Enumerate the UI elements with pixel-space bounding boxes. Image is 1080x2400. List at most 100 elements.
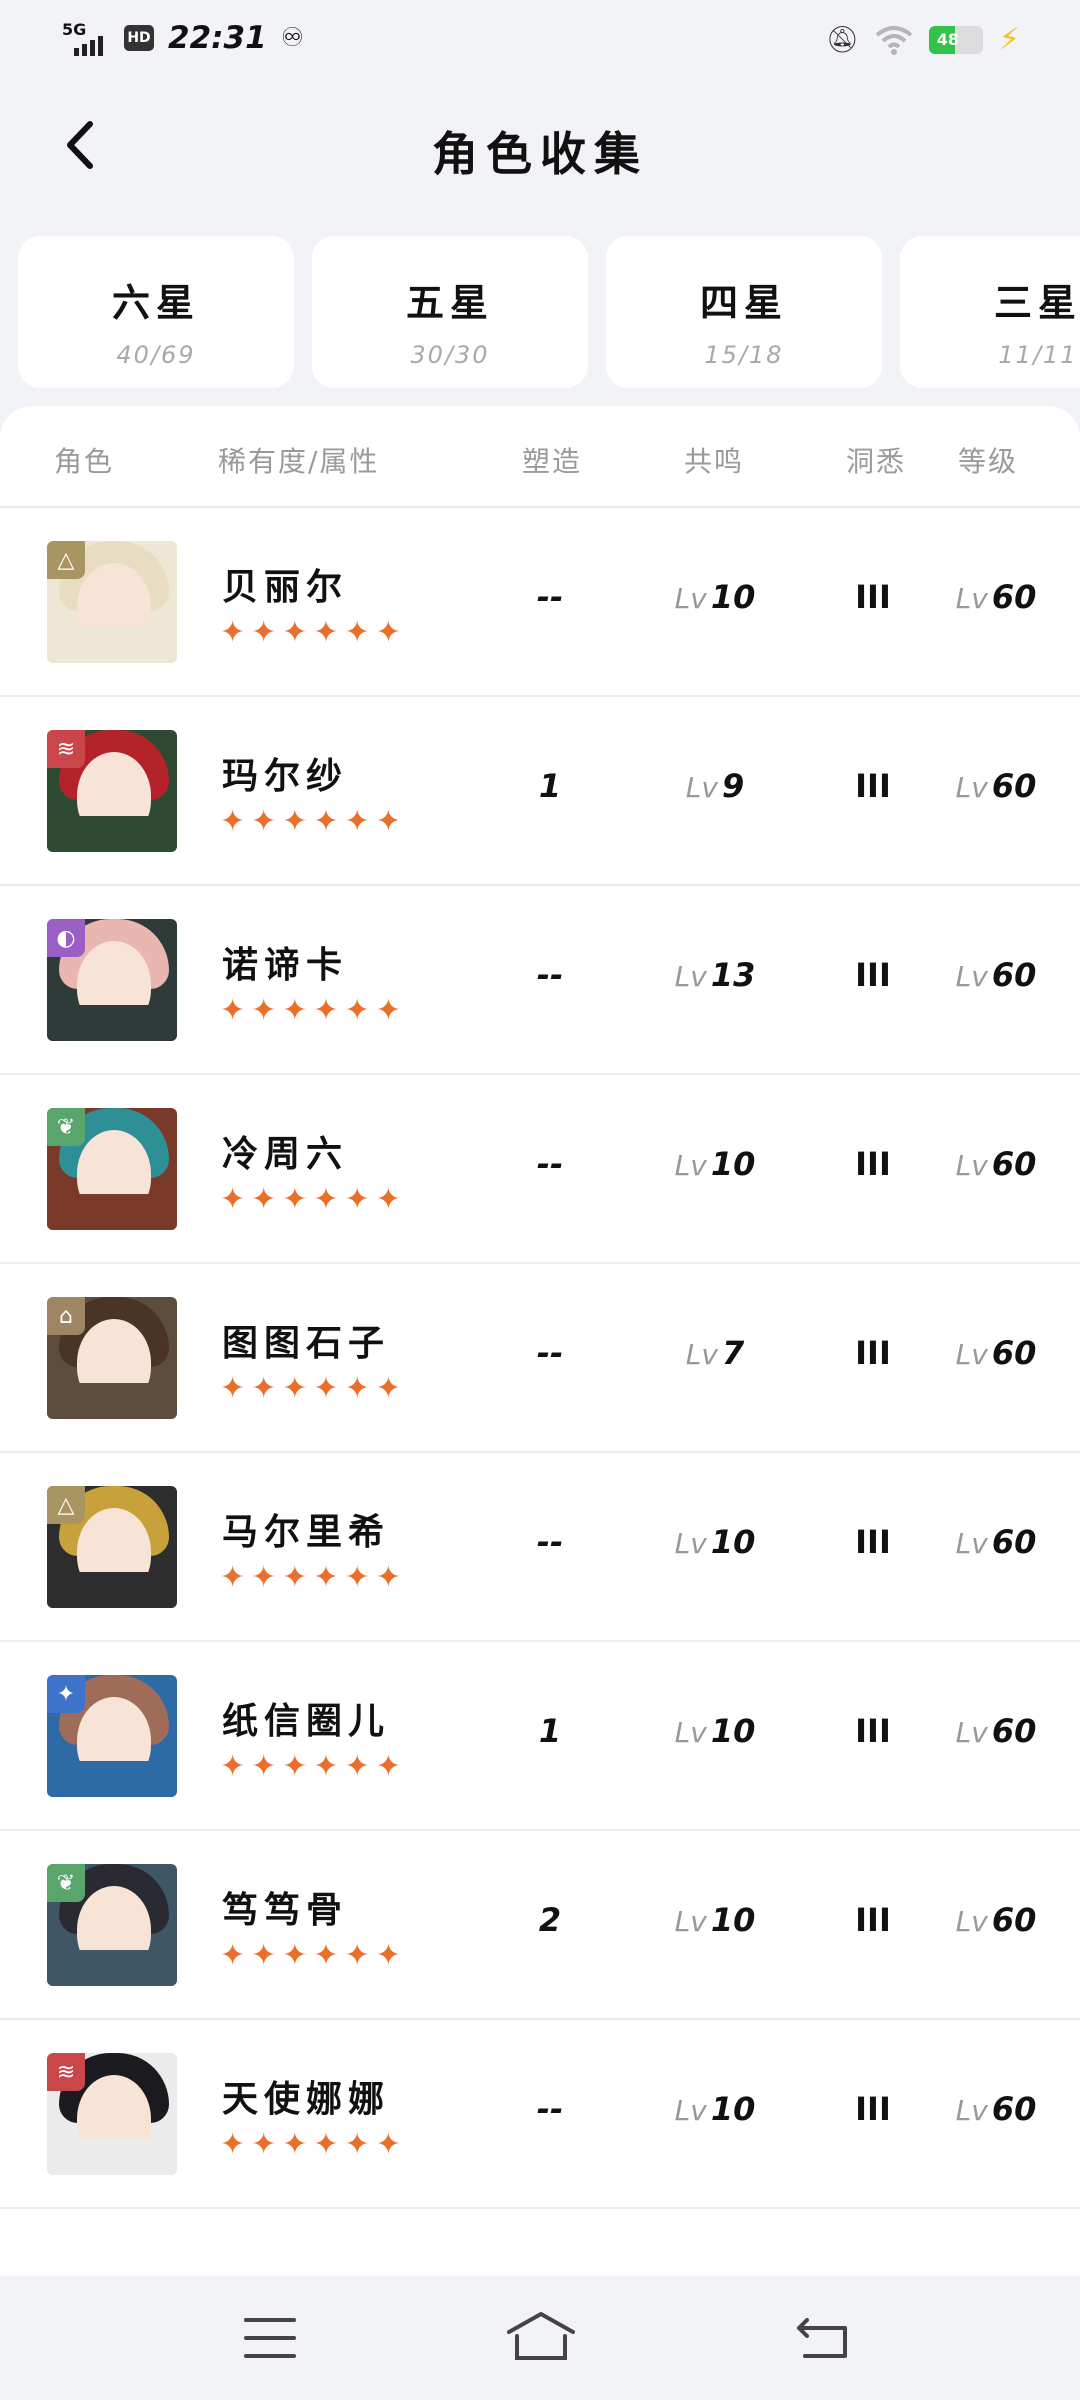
star-icon: ✦ xyxy=(251,1938,277,1973)
star-icon: ✦ xyxy=(251,615,277,650)
attribute-icon: △ xyxy=(47,1486,85,1524)
star-icon: ✦ xyxy=(282,993,308,1028)
star-icon: ✦ xyxy=(375,1938,401,1973)
character-name: 纸信圈儿 xyxy=(222,1701,391,1742)
character-name: 马尔里希 xyxy=(222,1512,391,1553)
back-icon[interactable] xyxy=(795,2316,851,2360)
table-row[interactable]: △ 马尔里希 ✦ ✦ ✦ ✦ ✦ ✦ -- Lv 10 III Lv 60 xyxy=(0,1453,1080,1642)
level-value: Lv 60 xyxy=(955,767,1037,805)
character-avatar[interactable]: △ xyxy=(47,1486,177,1608)
home-icon[interactable] xyxy=(505,2310,577,2362)
star-icon: ✦ xyxy=(375,615,401,650)
header-resonance: 共鸣 xyxy=(684,445,745,478)
character-avatar[interactable]: ≋ xyxy=(47,2053,177,2175)
shape-value: 2 xyxy=(538,1901,562,1939)
star-icon: ✦ xyxy=(344,1938,370,1973)
level-value: Lv 60 xyxy=(955,1334,1037,1372)
star-icon: ✦ xyxy=(313,1182,339,1217)
star-icon: ✦ xyxy=(220,615,246,650)
page-title: 角色收集 xyxy=(432,127,648,181)
shape-value: -- xyxy=(536,1145,564,1183)
rarity-stars: ✦ ✦ ✦ ✦ ✦ ✦ xyxy=(220,807,401,837)
character-avatar[interactable]: ◐ xyxy=(47,919,177,1041)
star-icon: ✦ xyxy=(375,1749,401,1784)
resonance-value: Lv 7 xyxy=(685,1334,745,1372)
star-icon: ✦ xyxy=(344,1749,370,1784)
header-shape: 塑造 xyxy=(522,445,583,478)
resonance-value: Lv 10 xyxy=(674,1145,756,1183)
star-icon: ✦ xyxy=(220,804,246,839)
character-avatar[interactable]: ✦ xyxy=(47,1675,177,1797)
rarity-stars: ✦ ✦ ✦ ✦ ✦ ✦ xyxy=(220,1185,401,1215)
mute-bell-icon: 🔕︎ xyxy=(825,24,859,55)
star-icon: ✦ xyxy=(251,1371,277,1406)
shape-value: -- xyxy=(536,956,564,994)
shape-value: 1 xyxy=(538,1712,562,1750)
star-icon: ✦ xyxy=(313,804,339,839)
table-row[interactable]: ❦ 冷周六 ✦ ✦ ✦ ✦ ✦ ✦ -- Lv 10 III Lv 60 xyxy=(0,1075,1080,1264)
star-icon: ✦ xyxy=(282,2127,308,2162)
menu-icon[interactable] xyxy=(244,2318,296,2358)
table-row[interactable]: ✦ 纸信圈儿 ✦ ✦ ✦ ✦ ✦ ✦ 1 Lv 10 III Lv 60 xyxy=(0,1642,1080,1831)
level-value: Lv 60 xyxy=(955,1712,1037,1750)
tab-label: 四星 xyxy=(699,281,788,325)
star-icon: ✦ xyxy=(344,1560,370,1595)
character-avatar[interactable]: ≋ xyxy=(47,730,177,852)
table-header: 角色 稀有度/属性 塑造 共鸣 洞悉 等级 xyxy=(0,406,1080,508)
character-avatar[interactable]: ⌂ xyxy=(47,1297,177,1419)
rarity-stars: ✦ ✦ ✦ ✦ ✦ ✦ xyxy=(220,618,401,648)
star-icon: ✦ xyxy=(220,1749,246,1784)
tab-count: 40/69 xyxy=(116,341,196,369)
header-character: 角色 xyxy=(54,445,115,478)
character-name: 贝丽尔 xyxy=(222,567,349,608)
star-icon: ✦ xyxy=(251,1560,277,1595)
star-icon: ✦ xyxy=(220,1560,246,1595)
tab-three-star[interactable]: 三星 11/11 xyxy=(900,236,1080,388)
level-value: Lv 60 xyxy=(955,956,1037,994)
character-list-panel[interactable]: 角色 稀有度/属性 塑造 共鸣 洞悉 等级 △ 贝丽尔 ✦ ✦ ✦ ✦ ✦ ✦ -- Lv 10 II… xyxy=(0,406,1080,2276)
character-rows: △ 贝丽尔 ✦ ✦ ✦ ✦ ✦ ✦ -- Lv 10 III Lv 60 ≋ 玛尔纱 ✦ ✦ ✦ ✦ ✦ ✦ 1 Lv 9 III… xyxy=(0,508,1080,2209)
rarity-stars: ✦ ✦ ✦ ✦ ✦ ✦ xyxy=(220,996,401,1026)
tab-five-star[interactable]: 五星 30/30 xyxy=(312,236,588,388)
system-nav-bar xyxy=(0,2276,1080,2400)
character-name: 图图石子 xyxy=(222,1323,391,1364)
resonance-value: Lv 10 xyxy=(674,1523,756,1561)
weibo-icon: ♾ xyxy=(280,23,304,53)
shape-value: -- xyxy=(536,1334,564,1372)
tab-count: 30/30 xyxy=(410,341,490,369)
resonance-value: Lv 10 xyxy=(674,1901,756,1939)
tab-four-star[interactable]: 四星 15/18 xyxy=(606,236,882,388)
star-icon: ✦ xyxy=(375,1371,401,1406)
insight-value: III xyxy=(855,1334,891,1372)
signal-icon: 5G xyxy=(62,20,110,56)
tab-six-star[interactable]: 六星 40/69 xyxy=(18,236,294,388)
insight-value: III xyxy=(855,1523,891,1561)
star-icon: ✦ xyxy=(282,1182,308,1217)
star-icon: ✦ xyxy=(375,1182,401,1217)
character-avatar[interactable]: ❦ xyxy=(47,1864,177,1986)
star-icon: ✦ xyxy=(220,1182,246,1217)
table-row[interactable]: ≋ 天使娜娜 ✦ ✦ ✦ ✦ ✦ ✦ -- Lv 10 III Lv 60 xyxy=(0,2020,1080,2209)
star-icon: ✦ xyxy=(220,993,246,1028)
table-row[interactable]: ◐ 诺谛卡 ✦ ✦ ✦ ✦ ✦ ✦ -- Lv 13 III Lv 60 xyxy=(0,886,1080,1075)
insight-value: III xyxy=(855,767,891,805)
resonance-value: Lv 10 xyxy=(674,1712,756,1750)
character-avatar[interactable]: ❦ xyxy=(47,1108,177,1230)
star-icon: ✦ xyxy=(220,1371,246,1406)
star-icon: ✦ xyxy=(251,993,277,1028)
star-icon: ✦ xyxy=(313,1371,339,1406)
star-icon: ✦ xyxy=(344,2127,370,2162)
battery-level: 48 xyxy=(936,30,960,49)
header-rarity: 稀有度/属性 xyxy=(218,445,380,478)
table-row[interactable]: ≋ 玛尔纱 ✦ ✦ ✦ ✦ ✦ ✦ 1 Lv 9 III Lv 60 xyxy=(0,697,1080,886)
wifi-icon xyxy=(875,25,913,55)
table-row[interactable]: ⌂ 图图石子 ✦ ✦ ✦ ✦ ✦ ✦ -- Lv 7 III Lv 60 xyxy=(0,1264,1080,1453)
character-avatar[interactable]: △ xyxy=(47,541,177,663)
level-value: Lv 60 xyxy=(955,1523,1037,1561)
table-row[interactable]: △ 贝丽尔 ✦ ✦ ✦ ✦ ✦ ✦ -- Lv 10 III Lv 60 xyxy=(0,508,1080,697)
star-icon: ✦ xyxy=(375,2127,401,2162)
star-icon: ✦ xyxy=(344,804,370,839)
charging-bolt-icon: ⚡ xyxy=(998,22,1020,57)
rarity-stars: ✦ ✦ ✦ ✦ ✦ ✦ xyxy=(220,2130,401,2160)
table-row[interactable]: ❦ 笃笃骨 ✦ ✦ ✦ ✦ ✦ ✦ 2 Lv 10 III Lv 60 xyxy=(0,1831,1080,2020)
